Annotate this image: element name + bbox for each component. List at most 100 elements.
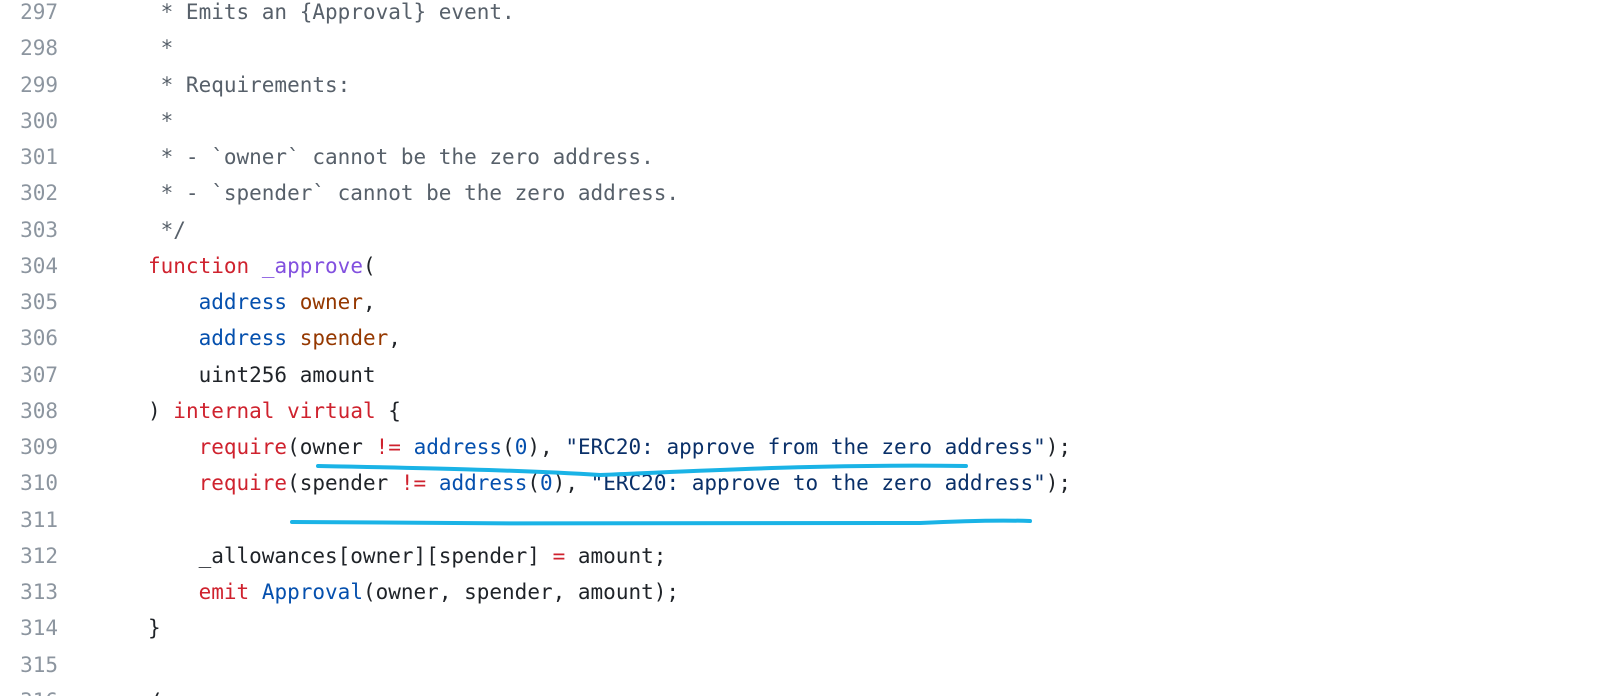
code-line-297: 297 * Emits an {Approval} event. bbox=[0, 0, 1600, 30]
code-line-305: 305 address owner, bbox=[0, 284, 1600, 320]
code-line-303: 303 */ bbox=[0, 212, 1600, 248]
code-token-str: "ERC20: approve to the zero address" bbox=[590, 471, 1046, 496]
code-line-301: 301 * - `owner` cannot be the zero addre… bbox=[0, 139, 1600, 175]
code-token-comment: * bbox=[148, 108, 174, 133]
code-token-plain: ) bbox=[148, 398, 174, 423]
code-content: uint256 amount bbox=[148, 357, 376, 393]
line-number[interactable]: 297 bbox=[0, 0, 58, 30]
code-line-315: 315 bbox=[0, 647, 1600, 683]
code-content: _allowances[owner][spender] = amount; bbox=[148, 538, 667, 574]
code-token-comment: * - `spender` cannot be the zero address… bbox=[148, 181, 680, 206]
code-token-plain: (owner, spender, amount); bbox=[362, 580, 680, 604]
line-number[interactable]: 313 bbox=[0, 574, 58, 610]
code-content: emit Approval(owner, spender, amount); bbox=[148, 574, 679, 610]
code-token-plain: ( bbox=[362, 253, 376, 278]
code-line-300: 300 * bbox=[0, 103, 1600, 139]
code-token-comment: * Requirements: bbox=[148, 72, 351, 97]
code-line-302: 302 * - `spender` cannot be the zero add… bbox=[0, 175, 1600, 211]
code-token-plain: { bbox=[375, 398, 401, 423]
code-line-307: 307 uint256 amount bbox=[0, 357, 1600, 393]
code-token-comment: * bbox=[148, 36, 174, 61]
code-content: address owner, bbox=[148, 284, 376, 320]
line-number[interactable]: 299 bbox=[0, 67, 58, 103]
code-token-comment: */ bbox=[148, 217, 186, 242]
line-number[interactable]: 311 bbox=[0, 502, 58, 538]
line-number[interactable]: 316 bbox=[0, 683, 58, 696]
line-number[interactable]: 308 bbox=[0, 393, 58, 429]
code-token-plain: ( bbox=[502, 435, 515, 459]
code-token-comment: * - `owner` cannot be the zero address. bbox=[148, 145, 654, 169]
code-line-313: 313 emit Approval(owner, spender, amount… bbox=[0, 574, 1600, 610]
code-line-299: 299 * Requirements: bbox=[0, 67, 1600, 103]
code-line-304: 304 function _approve( bbox=[0, 248, 1600, 284]
code-token-param: spender bbox=[299, 326, 389, 351]
code-content: * - `owner` cannot be the zero address. bbox=[148, 139, 654, 175]
code-content: ) internal virtual { bbox=[148, 393, 401, 429]
code-line-314: 314} bbox=[0, 610, 1600, 646]
line-number[interactable]: 309 bbox=[0, 429, 58, 465]
line-number[interactable]: 305 bbox=[0, 284, 58, 320]
line-number[interactable]: 312 bbox=[0, 538, 58, 574]
line-number[interactable]: 304 bbox=[0, 248, 58, 284]
line-number[interactable]: 306 bbox=[0, 320, 58, 356]
code-line-309: 309 require(owner != address(0), "ERC20:… bbox=[0, 429, 1600, 465]
code-token-kw: require bbox=[198, 435, 288, 459]
line-number[interactable]: 300 bbox=[0, 103, 58, 139]
code-token-kw: emit bbox=[198, 580, 250, 604]
code-token-plain: _allowances[owner][spender] bbox=[148, 543, 553, 568]
code-token-plain: ), bbox=[527, 435, 566, 459]
line-number[interactable]: 307 bbox=[0, 357, 58, 393]
code-line-311: 311 bbox=[0, 502, 1600, 538]
line-number[interactable]: 315 bbox=[0, 647, 58, 683]
code-token-plain: (spender bbox=[287, 471, 401, 496]
code-content: require(spender != address(0), "ERC20: a… bbox=[148, 465, 1071, 501]
code-content: * bbox=[148, 30, 174, 66]
code-line-316: 316 / bbox=[0, 683, 1600, 696]
code-token-plain: ); bbox=[1045, 471, 1072, 496]
line-number[interactable]: 314 bbox=[0, 610, 58, 646]
code-token-type: address bbox=[438, 471, 528, 496]
code-token-plain: (owner bbox=[287, 435, 376, 459]
code-content: * Emits an {Approval} event. bbox=[148, 0, 515, 30]
code-token-kw: require bbox=[198, 471, 288, 496]
code-token-type: address bbox=[413, 435, 503, 459]
code-token-plain: uint256 amount bbox=[148, 362, 376, 387]
code-content: * Requirements: bbox=[148, 67, 351, 103]
code-token-plain: , bbox=[388, 326, 401, 351]
code-content: */ bbox=[148, 212, 186, 248]
code-line-310: 310 require(spender != address(0), "ERC2… bbox=[0, 465, 1600, 501]
line-number[interactable]: 310 bbox=[0, 465, 58, 501]
code-token-plain: , bbox=[362, 290, 376, 314]
code-line-312: 312 _allowances[owner][spender] = amount… bbox=[0, 538, 1600, 574]
code-token-type: address bbox=[198, 326, 288, 351]
code-content: function _approve( bbox=[148, 248, 376, 284]
line-number[interactable]: 301 bbox=[0, 139, 58, 175]
code-content: * - `spender` cannot be the zero address… bbox=[148, 175, 679, 211]
line-number[interactable]: 303 bbox=[0, 212, 58, 248]
line-number[interactable]: 302 bbox=[0, 175, 58, 211]
code-line-306: 306 address spender, bbox=[0, 320, 1600, 356]
code-token-param: owner bbox=[299, 290, 363, 314]
code-token-fn: _approve bbox=[261, 253, 363, 278]
code-token-type: Approval bbox=[261, 580, 363, 604]
code-token-kw: != bbox=[400, 471, 427, 496]
code-token-plain: } bbox=[148, 616, 161, 641]
code-line-308: 308) internal virtual { bbox=[0, 393, 1600, 429]
code-line-298: 298 * bbox=[0, 30, 1600, 66]
code-token-kw: = bbox=[552, 543, 566, 568]
code-token-kw: internal bbox=[173, 398, 275, 423]
code-token-plain: ( bbox=[527, 471, 541, 496]
code-token-kw: virtual bbox=[287, 398, 376, 423]
line-number[interactable]: 298 bbox=[0, 30, 58, 66]
code-token-plain: amount; bbox=[565, 543, 667, 568]
code-token-plain: ); bbox=[1045, 435, 1072, 459]
code-token-kw: != bbox=[375, 435, 401, 459]
